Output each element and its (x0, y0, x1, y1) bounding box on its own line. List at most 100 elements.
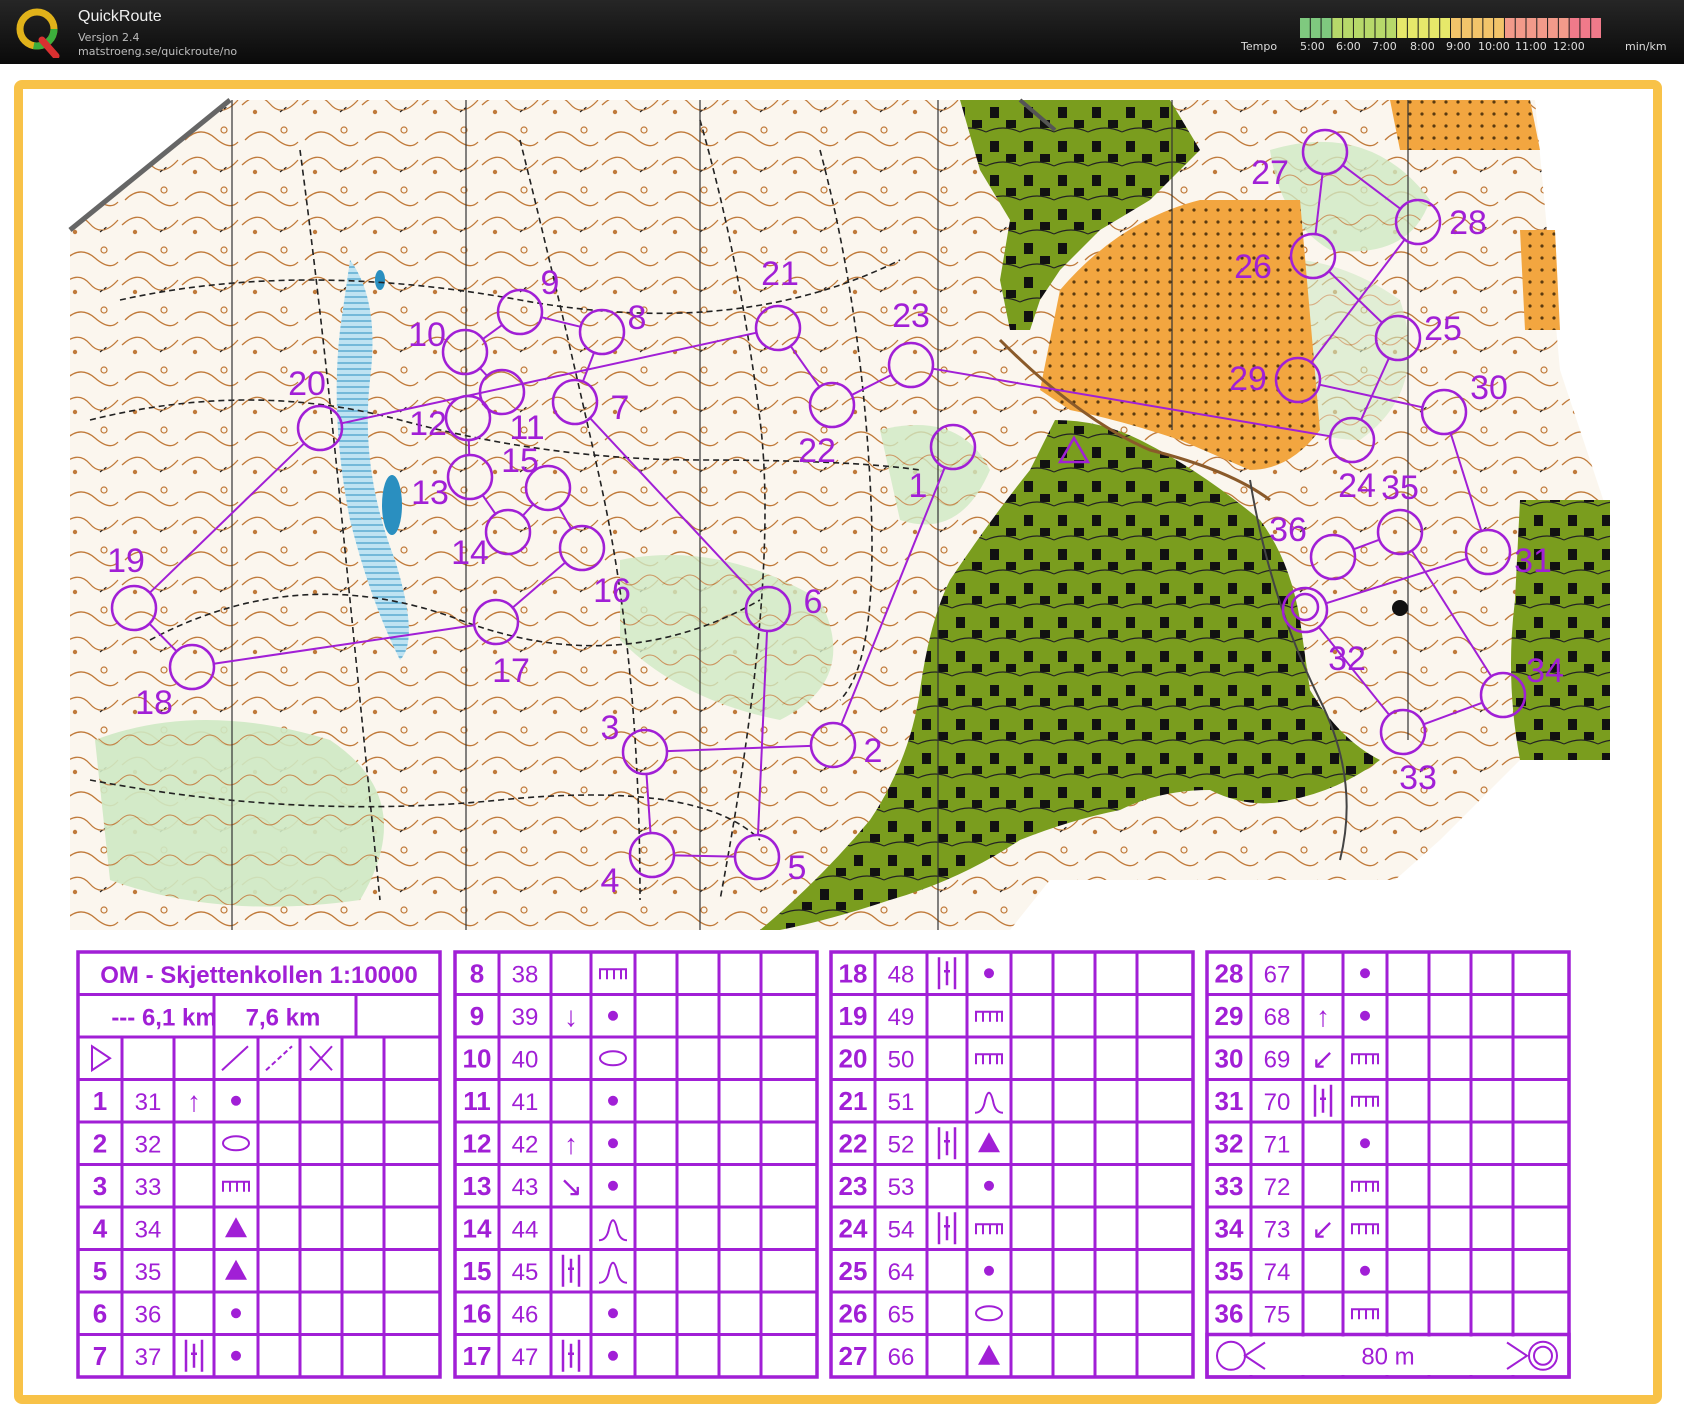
control-number: 25 (1424, 310, 1462, 348)
cliff-comb-icon (975, 1010, 1003, 1022)
control-number: 10 (408, 316, 446, 354)
description-row: 9 39 ↓ (470, 1001, 618, 1032)
between-features-icon (561, 1339, 581, 1372)
description-row: 32 71 (1215, 1128, 1370, 1158)
knoll-dot-icon (1360, 968, 1370, 979)
between-features-icon (561, 1254, 581, 1287)
control-number: 2 (864, 732, 883, 770)
description-row: 13 43 ↘ (463, 1171, 618, 1202)
control-code: 47 (512, 1344, 539, 1371)
description-row: 8 38 (470, 958, 627, 988)
course-title: OM - Skjettenkollen 1:10000 (100, 962, 417, 989)
description-row: 16 46 (463, 1298, 618, 1328)
control-seq-number: 29 (1215, 1001, 1244, 1031)
control-code: 32 (135, 1131, 162, 1158)
knoll-dot-icon (608, 1138, 618, 1149)
control-code: 34 (135, 1216, 162, 1243)
description-row: 14 44 (463, 1213, 628, 1243)
knoll-dot-icon (608, 1350, 618, 1361)
control-code: 72 (1264, 1174, 1291, 1201)
description-header: OM - Skjettenkollen 1:10000 --- 6,1 km 7,6… (91, 962, 418, 1080)
control-seq-number: 33 (1215, 1171, 1244, 1201)
description-row: 31 70 (1215, 1084, 1379, 1117)
knoll-dot-icon (608, 1010, 618, 1021)
control-seq-number: 26 (839, 1298, 868, 1328)
control-seq-number: 30 (1215, 1043, 1244, 1073)
description-row: 20 50 (839, 1043, 1003, 1073)
control-number: 32 (1328, 640, 1366, 678)
control-seq-number: 5 (93, 1256, 107, 1286)
description-column: 18 4819 4920 5021 5122 5223 5324 5425 6426 6527 66 (829, 950, 1195, 1379)
map-terrain (68, 98, 1610, 930)
control-seq-number: 19 (839, 1001, 868, 1031)
control-code: 45 (512, 1259, 539, 1286)
description-column: 8 389 39 ↓10 4011 4112 42 ↑13 43 ↘14 4415 4516 4617 4… (453, 950, 819, 1379)
control-code: 51 (888, 1089, 915, 1116)
description-row: 30 69 ↙ (1215, 1043, 1379, 1074)
description-row: 5 35 (93, 1256, 247, 1286)
position-marker-icon (1392, 600, 1408, 616)
direction-arrow-icon: ↑ (187, 1086, 201, 1117)
control-code: 38 (512, 961, 539, 988)
spur-icon (598, 1219, 628, 1242)
control-number: 34 (1526, 652, 1564, 690)
control-seq-number: 28 (1215, 958, 1244, 988)
description-row: 2 32 (93, 1128, 250, 1158)
control-code: 44 (512, 1216, 539, 1243)
control-seq-number: 6 (93, 1298, 107, 1328)
description-row: 25 64 (839, 1256, 994, 1286)
boulder-triangle-icon (978, 1132, 1000, 1153)
control-number: 12 (409, 405, 447, 443)
description-row: 17 47 (463, 1339, 618, 1372)
cross-icon (309, 1045, 333, 1071)
control-code: 73 (1264, 1216, 1291, 1243)
control-code: 46 (512, 1301, 539, 1328)
course-leg (467, 439, 471, 456)
course-length-2: 7,6 km (246, 1005, 321, 1032)
control-number: 21 (761, 255, 799, 293)
control-seq-number: 7 (93, 1341, 107, 1371)
knoll-dot-icon (231, 1095, 241, 1106)
control-code: 39 (512, 1004, 539, 1031)
control-number: 26 (1234, 248, 1272, 286)
orienteering-map[interactable]: 1234 567891011121314151617181920212223242… (0, 0, 1684, 1420)
control-code: 42 (512, 1131, 539, 1158)
description-row: 12 42 ↑ (463, 1128, 618, 1159)
control-seq-number: 18 (839, 958, 868, 988)
knoll-dot-icon (984, 968, 994, 979)
control-number: 29 (1229, 360, 1267, 398)
cliff-comb-icon (975, 1053, 1003, 1065)
control-number: 13 (411, 474, 449, 512)
control-seq-number: 10 (463, 1043, 492, 1073)
description-row: 15 45 (463, 1254, 628, 1287)
control-code: 68 (1264, 1004, 1291, 1031)
cliff-comb-icon (1351, 1308, 1379, 1320)
control-code: 66 (888, 1344, 915, 1371)
between-features-icon (937, 1127, 957, 1160)
between-features-icon (1313, 1084, 1333, 1117)
control-seq-number: 25 (839, 1256, 868, 1286)
control-number: 24 (1338, 467, 1376, 505)
description-row: 6 36 (93, 1298, 241, 1328)
control-code: 40 (512, 1046, 539, 1073)
control-number: 15 (501, 442, 539, 480)
description-row: 4 34 (93, 1213, 247, 1243)
control-code: 74 (1264, 1259, 1291, 1286)
control-seq-number: 17 (463, 1341, 492, 1371)
junction-icon (265, 1045, 293, 1071)
boulder-triangle-icon (978, 1344, 1000, 1365)
control-seq-number: 1 (93, 1086, 107, 1116)
description-row: 35 74 (1215, 1256, 1370, 1286)
control-code: 43 (512, 1174, 539, 1201)
control-code: 49 (888, 1004, 915, 1031)
description-row: 22 52 (839, 1127, 1000, 1160)
description-row: 1 31 ↑ (93, 1086, 241, 1117)
control-number: 30 (1470, 369, 1508, 407)
course-leg (673, 854, 736, 858)
knoll-dot-icon (1360, 1010, 1370, 1021)
boulder-triangle-icon (225, 1259, 247, 1280)
control-number: 36 (1269, 511, 1307, 549)
description-row: 19 49 (839, 1001, 1003, 1031)
control-number: 14 (451, 534, 489, 572)
control-seq-number: 11 (463, 1086, 491, 1116)
